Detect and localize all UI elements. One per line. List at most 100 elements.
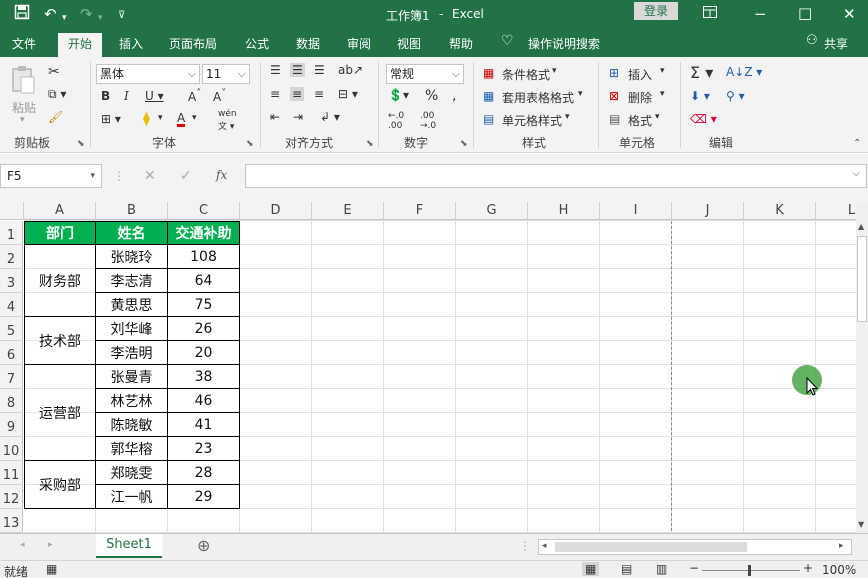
- row-header[interactable]: 8: [0, 389, 23, 413]
- horizontal-scrollbar[interactable]: ◂ ▸: [538, 539, 852, 555]
- allowance-cell[interactable]: 46: [168, 389, 240, 413]
- allowance-cell[interactable]: 75: [168, 293, 240, 317]
- column-header[interactable]: E: [312, 202, 384, 220]
- merge-center-icon[interactable]: ⊟ ▾: [338, 87, 358, 101]
- save-icon[interactable]: [14, 4, 30, 25]
- number-format-select[interactable]: 常规 ⌵: [386, 64, 464, 84]
- tab-review[interactable]: 审阅: [347, 35, 371, 52]
- find-select-icon[interactable]: ⚲ ▾: [726, 89, 745, 103]
- name-cell[interactable]: 张曼青: [96, 365, 168, 389]
- row-header[interactable]: 6: [0, 341, 23, 365]
- department-cell[interactable]: 采购部: [24, 461, 96, 509]
- tab-view[interactable]: 视图: [397, 35, 421, 52]
- add-sheet-icon[interactable]: ⊕: [197, 536, 210, 555]
- row-header[interactable]: 2: [0, 245, 23, 269]
- column-header[interactable]: L: [816, 202, 856, 220]
- row-header[interactable]: 10: [0, 437, 23, 461]
- percent-icon[interactable]: %: [425, 88, 438, 104]
- department-cell[interactable]: 运营部: [24, 365, 96, 461]
- name-cell[interactable]: 李志清: [96, 269, 168, 293]
- font-color-dropdown-icon[interactable]: ▾: [192, 113, 197, 123]
- tab-help[interactable]: 帮助: [449, 35, 473, 52]
- increase-indent-icon[interactable]: ⇥: [293, 110, 303, 124]
- allowance-cell[interactable]: 41: [168, 413, 240, 437]
- chevron-down-icon[interactable]: ▾: [552, 66, 557, 76]
- align-top-icon[interactable]: ☰: [270, 63, 281, 77]
- row-header[interactable]: 9: [0, 413, 23, 437]
- page-layout-view-icon[interactable]: ▤: [621, 562, 632, 576]
- wrap-text-icon[interactable]: ↲ ▾: [320, 110, 340, 124]
- font-size-select[interactable]: 11 ⌵: [202, 64, 250, 84]
- maximize-icon[interactable]: □: [798, 3, 812, 23]
- name-cell[interactable]: 张晓玲: [96, 245, 168, 269]
- sheet-tab-sheet1[interactable]: Sheet1: [96, 534, 162, 558]
- paste-dropdown-icon[interactable]: ▾: [20, 115, 25, 125]
- format-cells-button[interactable]: 格式: [628, 112, 652, 129]
- tab-insert[interactable]: 插入: [119, 35, 143, 52]
- zoom-level[interactable]: 100%: [822, 563, 856, 577]
- paste-label[interactable]: 粘贴: [12, 99, 36, 116]
- tab-home[interactable]: 开始: [58, 33, 102, 57]
- zoom-slider[interactable]: [702, 570, 800, 571]
- table-header-cell[interactable]: 姓名: [96, 221, 168, 245]
- normal-view-icon[interactable]: ▦: [582, 562, 600, 576]
- row-header[interactable]: 1: [0, 221, 23, 245]
- ribbon-display-icon[interactable]: [703, 4, 717, 24]
- formula-input[interactable]: ⌵: [245, 164, 867, 188]
- cell-styles-button[interactable]: 单元格样式: [502, 112, 562, 129]
- font-color-icon[interactable]: A: [177, 112, 186, 127]
- column-header[interactable]: B: [96, 202, 168, 220]
- fill-color-icon[interactable]: ⧫: [143, 111, 150, 127]
- select-all-corner[interactable]: [0, 202, 24, 220]
- increase-font-icon[interactable]: A˄: [188, 88, 201, 104]
- zoom-slider-thumb[interactable]: [748, 565, 751, 576]
- clipboard-launcher-icon[interactable]: ⬊: [77, 139, 85, 149]
- name-cell[interactable]: 郑晓雯: [96, 461, 168, 485]
- column-header[interactable]: G: [456, 202, 528, 220]
- allowance-cell[interactable]: 38: [168, 365, 240, 389]
- font-launcher-icon[interactable]: ⬊: [246, 139, 254, 149]
- align-left-icon[interactable]: ≡: [270, 87, 280, 101]
- chevron-down-icon[interactable]: ▾: [565, 112, 570, 122]
- decrease-font-icon[interactable]: A˅: [213, 88, 226, 104]
- page-break-view-icon[interactable]: ▥: [656, 562, 667, 576]
- copy-icon[interactable]: ⧉ ▾: [48, 87, 66, 102]
- worksheet-grid[interactable]: A B C D E F G H I J K L 1 2 3 4 5 6 7 8 9 10 11 12 13 部门 姓名 交通补助 财务部…: [0, 202, 856, 533]
- row-header[interactable]: 3: [0, 269, 23, 293]
- align-middle-icon[interactable]: ☰: [290, 63, 305, 77]
- align-right-icon[interactable]: ≡: [314, 87, 324, 101]
- format-painter-icon[interactable]: 🖌: [48, 110, 63, 124]
- allowance-cell[interactable]: 29: [168, 485, 240, 509]
- scroll-right-icon[interactable]: ▸: [839, 541, 844, 551]
- chevron-down-icon[interactable]: ▾: [578, 89, 583, 99]
- next-sheet-icon[interactable]: ▸: [48, 540, 53, 550]
- undo-dropdown-icon[interactable]: ▾: [62, 8, 67, 28]
- font-name-select[interactable]: 黑体 ⌵: [96, 64, 200, 84]
- minimize-icon[interactable]: −: [754, 4, 767, 24]
- tab-page-layout[interactable]: 页面布局: [169, 35, 217, 52]
- column-header[interactable]: C: [168, 202, 240, 220]
- fill-color-dropdown-icon[interactable]: ▾: [158, 113, 163, 123]
- column-header[interactable]: J: [672, 202, 744, 220]
- column-header[interactable]: K: [744, 202, 816, 220]
- tell-me-search[interactable]: 操作说明搜索: [528, 35, 600, 52]
- column-header[interactable]: D: [240, 202, 312, 220]
- tab-formulas[interactable]: 公式: [245, 35, 269, 52]
- undo-icon[interactable]: ↶: [44, 4, 57, 24]
- row-header[interactable]: 7: [0, 365, 23, 389]
- alignment-launcher-icon[interactable]: ⬊: [366, 139, 374, 149]
- macro-record-icon[interactable]: ▦: [46, 562, 57, 576]
- name-cell[interactable]: 林艺林: [96, 389, 168, 413]
- name-cell[interactable]: 黄思思: [96, 293, 168, 317]
- table-header-cell[interactable]: 交通补助: [168, 221, 240, 245]
- login-button[interactable]: 登录: [634, 2, 678, 20]
- row-header[interactable]: 12: [0, 485, 23, 509]
- align-center-icon[interactable]: ≡: [290, 87, 305, 101]
- decrease-indent-icon[interactable]: ⇤: [270, 110, 280, 124]
- redo-dropdown-icon[interactable]: ▾: [98, 8, 103, 28]
- name-box-dropdown-icon[interactable]: ▾: [90, 165, 95, 187]
- chevron-down-icon[interactable]: ▾: [655, 112, 660, 122]
- allowance-cell[interactable]: 108: [168, 245, 240, 269]
- scroll-thumb[interactable]: [857, 236, 867, 322]
- row-header[interactable]: 11: [0, 461, 23, 485]
